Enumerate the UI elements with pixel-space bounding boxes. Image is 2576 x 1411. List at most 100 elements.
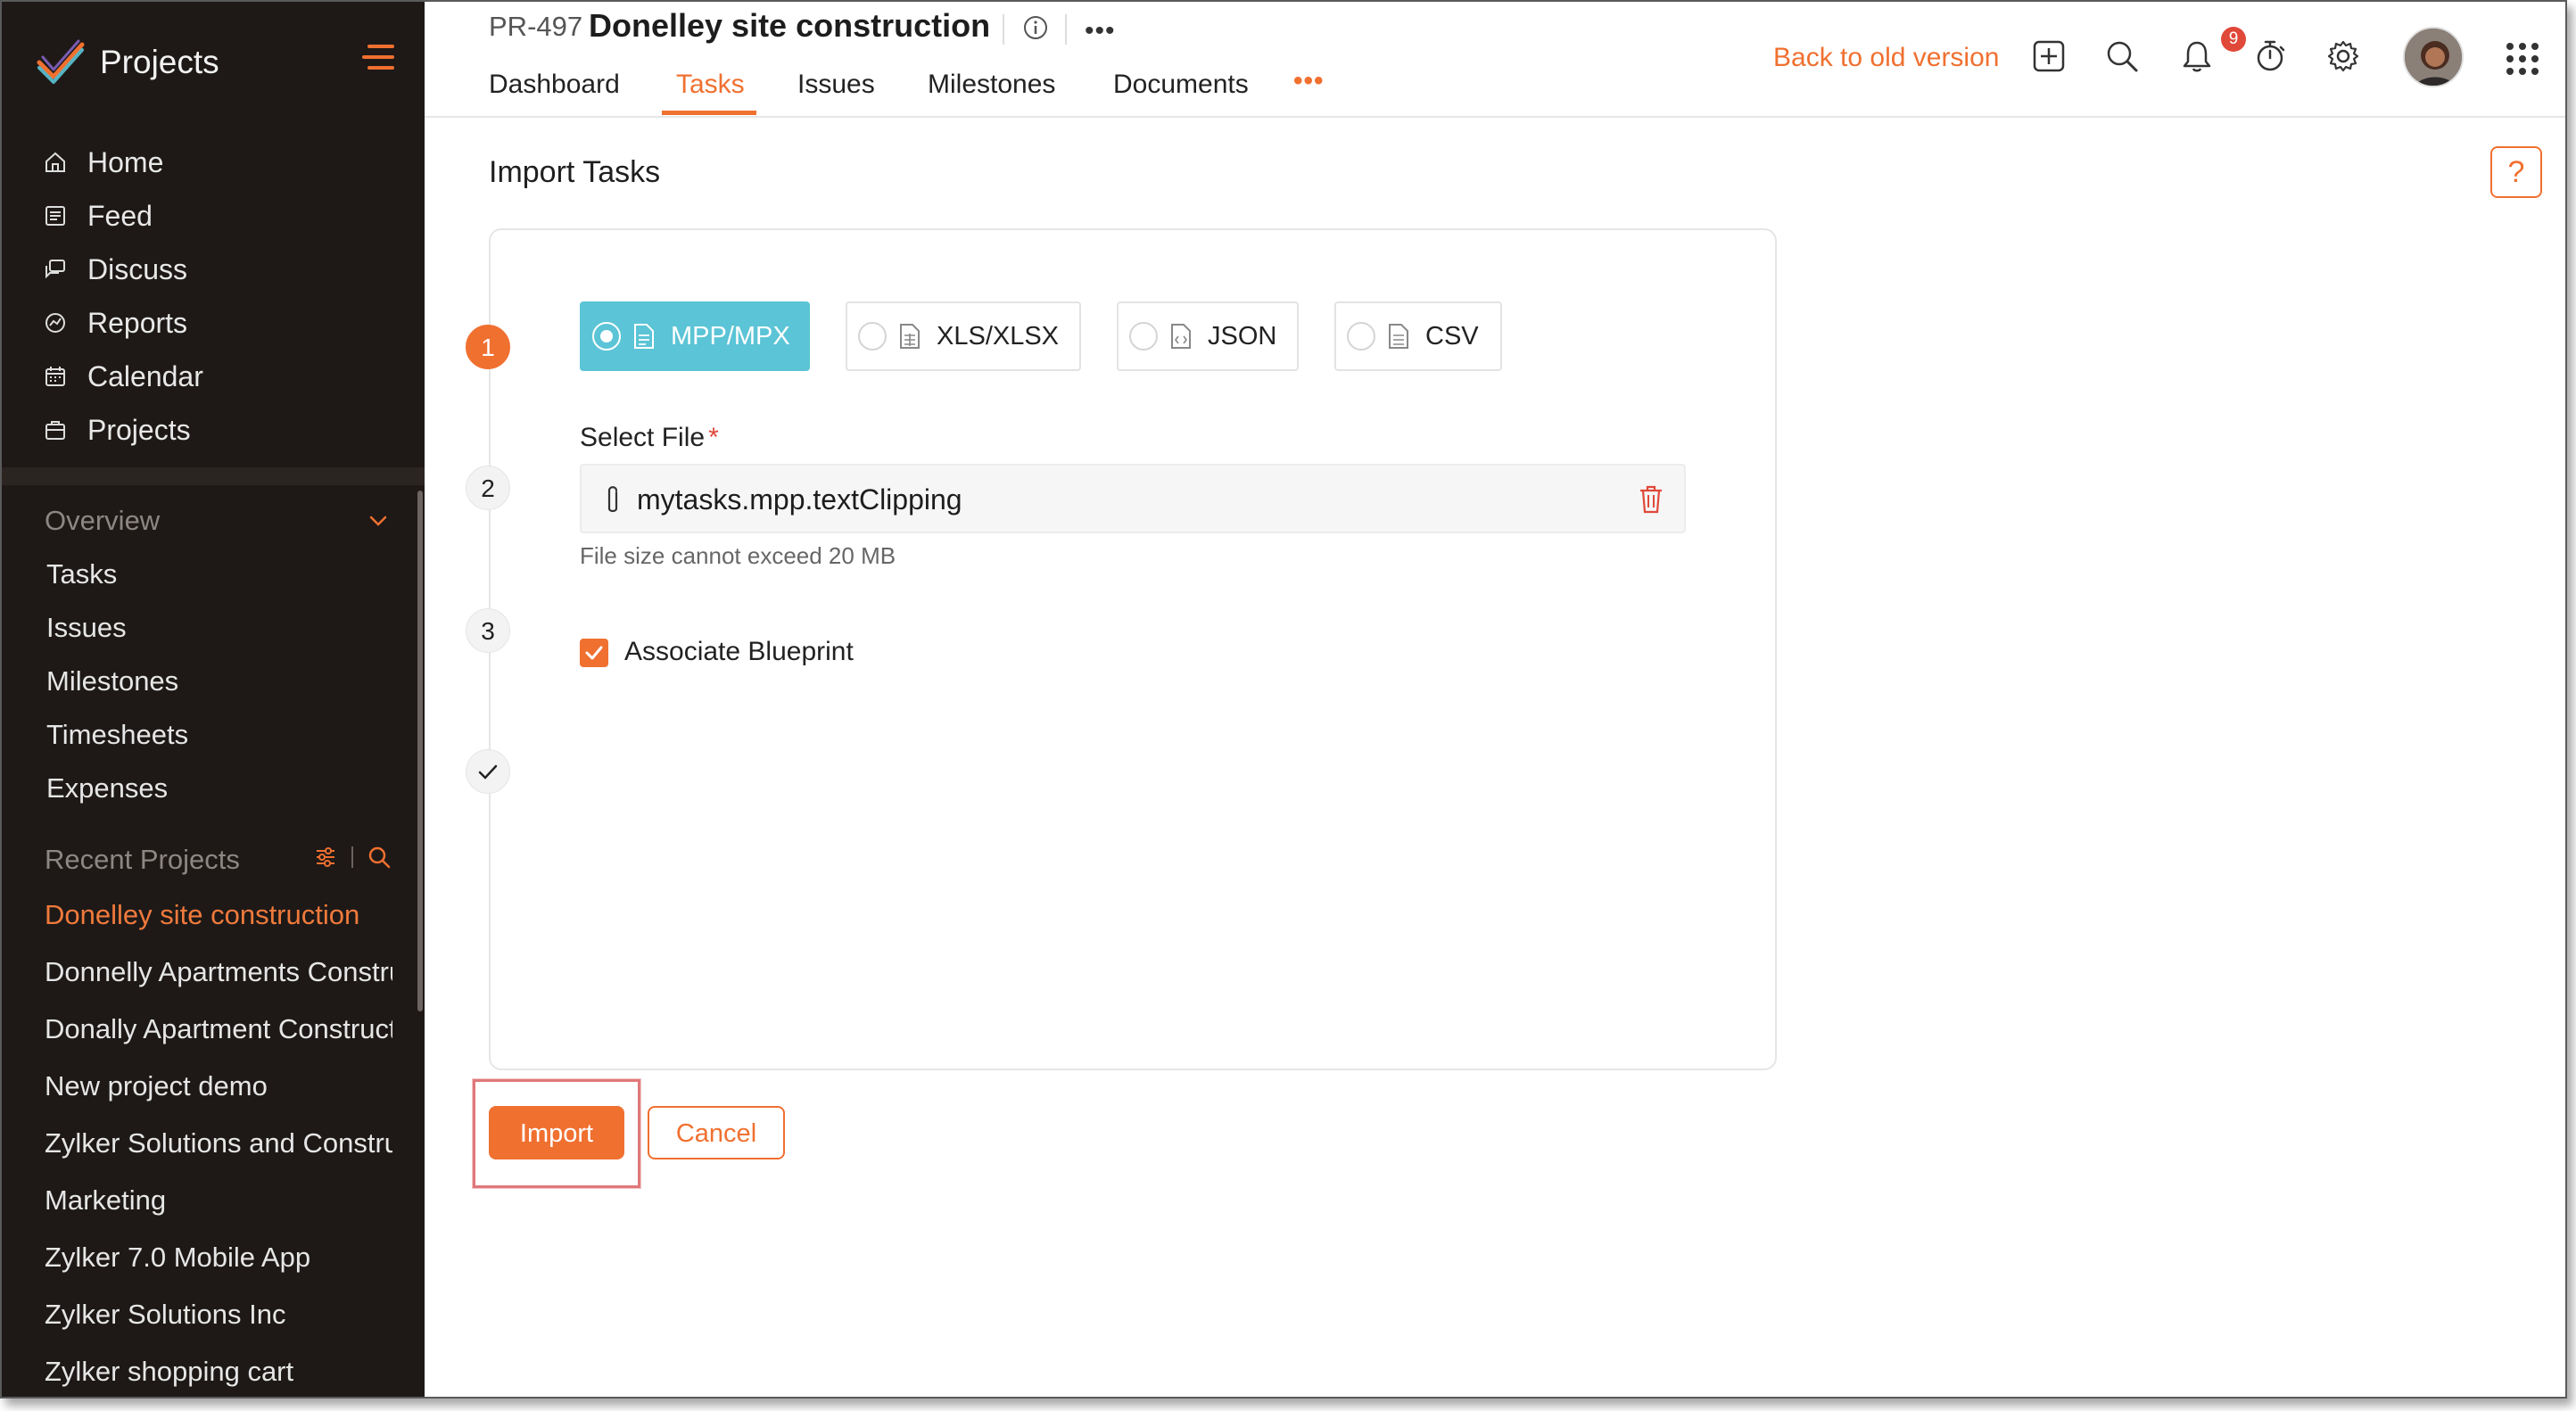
csv-file-icon xyxy=(1389,324,1408,349)
project-id: PR-497 xyxy=(489,11,583,42)
format-option-xls[interactable]: XLS/XLSX xyxy=(846,301,1081,371)
format-option-json[interactable]: JSON xyxy=(1117,301,1299,371)
file-size-hint: File size cannot exceed 20 MB xyxy=(580,542,896,569)
selected-file-name: mytasks.mpp.textClipping xyxy=(637,483,962,516)
checkmark-icon xyxy=(478,764,498,780)
delete-trash-icon[interactable] xyxy=(1638,483,1664,516)
import-button[interactable]: Import xyxy=(489,1106,624,1159)
tab-issues[interactable]: Issues xyxy=(797,70,875,100)
step-1-indicator: 1 xyxy=(466,325,510,369)
sidebar-item-discuss[interactable]: Discuss xyxy=(2,243,425,296)
sidebar-item-label: Reports xyxy=(87,306,188,339)
sidebar-item-issues[interactable]: Issues xyxy=(46,612,127,644)
recent-project-item[interactable]: Marketing xyxy=(45,1184,392,1217)
filter-sliders-icon[interactable] xyxy=(314,846,337,869)
recent-project-item[interactable]: Zylker 7.0 Mobile App xyxy=(45,1242,392,1274)
project-name[interactable]: Donelley site construction xyxy=(589,7,990,45)
sidebar-main-nav: Home Feed Discuss Reports Calendar Proje… xyxy=(2,136,425,457)
step-2-indicator: 2 xyxy=(466,466,510,510)
search-icon[interactable] xyxy=(2103,37,2141,75)
tab-milestones[interactable]: Milestones xyxy=(928,70,1055,100)
page-title: Import Tasks xyxy=(489,155,661,189)
sidebar-item-feed[interactable]: Feed xyxy=(2,189,425,243)
format-radio[interactable] xyxy=(1129,322,1158,351)
more-options-icon[interactable]: ••• xyxy=(1085,16,1116,46)
step-3-indicator: 3 xyxy=(466,608,510,653)
sidebar-item-calendar[interactable]: Calendar xyxy=(2,350,425,403)
notification-count-badge: 9 xyxy=(2221,27,2246,52)
sidebar: Projects Home Feed Discuss Reports Calen… xyxy=(2,2,425,1397)
recent-project-item[interactable]: Donelley site construction xyxy=(45,899,392,931)
format-label: JSON xyxy=(1208,321,1277,351)
discuss-icon xyxy=(45,260,65,279)
format-radio[interactable] xyxy=(1347,322,1375,351)
sidebar-brand[interactable]: Projects xyxy=(34,36,219,89)
user-avatar[interactable] xyxy=(2403,27,2464,87)
format-label: MPP/MPX xyxy=(671,321,790,351)
recent-project-item[interactable]: New project demo xyxy=(45,1070,392,1102)
sidebar-item-timesheets[interactable]: Timesheets xyxy=(46,719,188,751)
projects-logo-icon xyxy=(37,39,85,84)
sidebar-item-expenses[interactable]: Expenses xyxy=(46,772,168,805)
chevron-down-icon[interactable] xyxy=(367,510,389,532)
format-label: CSV xyxy=(1425,321,1479,351)
sidebar-item-label: Home xyxy=(87,145,164,178)
menu-toggle-icon[interactable] xyxy=(362,45,394,71)
sidebar-item-milestones[interactable]: Milestones xyxy=(46,665,178,697)
recent-project-item[interactable]: Donnelly Apartments Construction xyxy=(45,956,392,988)
associate-blueprint-label[interactable]: Associate Blueprint xyxy=(624,637,854,667)
recent-project-item[interactable]: Zylker shopping cart xyxy=(45,1356,392,1388)
top-header: PR-497 Donelley site construction ••• Da… xyxy=(425,2,2565,118)
associate-blueprint-checkbox[interactable] xyxy=(580,639,608,667)
tab-documents[interactable]: Documents xyxy=(1113,70,1249,100)
sidebar-item-home[interactable]: Home xyxy=(2,136,425,189)
format-option-csv[interactable]: CSV xyxy=(1334,301,1502,371)
apps-grid-icon[interactable] xyxy=(2506,43,2539,75)
sidebar-item-label: Calendar xyxy=(87,359,203,392)
recent-project-item[interactable]: Zylker Solutions and Construction xyxy=(45,1127,392,1159)
app-window: Projects Home Feed Discuss Reports Calen… xyxy=(0,0,2567,1399)
reports-icon xyxy=(45,313,65,333)
spreadsheet-file-icon xyxy=(900,324,920,349)
sidebar-scrollbar[interactable] xyxy=(417,491,423,1011)
recent-project-item[interactable]: Donally Apartment Construction xyxy=(45,1013,392,1045)
sidebar-divider xyxy=(2,467,425,485)
selected-file-field[interactable]: mytasks.mpp.textClipping xyxy=(580,464,1686,533)
sidebar-item-reports[interactable]: Reports xyxy=(2,296,425,350)
step-complete-indicator xyxy=(466,749,510,794)
projects-icon xyxy=(45,421,65,440)
select-file-label-text: Select File xyxy=(580,423,706,452)
home-icon xyxy=(45,152,65,172)
format-radio[interactable] xyxy=(592,322,621,351)
help-button[interactable]: ? xyxy=(2490,146,2542,198)
format-option-mpp[interactable]: MPP/MPX xyxy=(580,301,810,371)
app-title: Projects xyxy=(100,44,219,80)
add-icon[interactable] xyxy=(2030,37,2068,75)
notification-bell-icon[interactable] xyxy=(2178,37,2216,75)
overview-heading[interactable]: Overview xyxy=(45,505,160,537)
tab-tasks[interactable]: Tasks xyxy=(676,70,745,100)
back-to-old-version-link[interactable]: Back to old version xyxy=(1773,43,1999,73)
sidebar-item-projects[interactable]: Projects xyxy=(2,403,425,457)
feed-icon xyxy=(45,206,65,226)
timer-icon[interactable] xyxy=(2251,37,2289,75)
document-icon xyxy=(634,324,654,349)
sidebar-item-label: Projects xyxy=(87,413,191,446)
sidebar-item-label: Discuss xyxy=(87,252,188,285)
header-separator xyxy=(1003,14,1004,45)
required-marker: * xyxy=(708,423,719,452)
recent-project-item[interactable]: Zylker Solutions Inc xyxy=(45,1299,392,1331)
sidebar-item-label: Feed xyxy=(87,199,153,232)
select-file-label: Select File * xyxy=(580,423,719,453)
recent-projects-tools xyxy=(314,846,391,869)
search-icon[interactable] xyxy=(367,846,391,869)
settings-gear-icon[interactable] xyxy=(2324,37,2362,75)
sidebar-item-tasks[interactable]: Tasks xyxy=(46,558,117,590)
cancel-button[interactable]: Cancel xyxy=(648,1106,785,1159)
code-file-icon xyxy=(1171,324,1191,349)
more-tabs-icon[interactable]: ••• xyxy=(1293,66,1325,96)
recent-projects-heading: Recent Projects xyxy=(45,844,240,875)
format-radio[interactable] xyxy=(858,322,887,351)
info-icon[interactable] xyxy=(1022,14,1049,41)
tab-dashboard[interactable]: Dashboard xyxy=(489,70,620,100)
